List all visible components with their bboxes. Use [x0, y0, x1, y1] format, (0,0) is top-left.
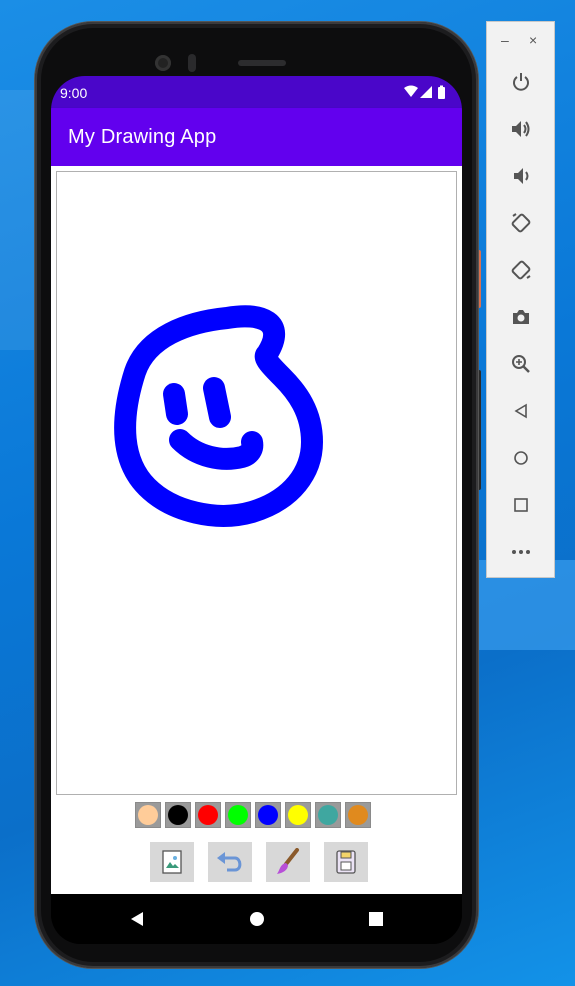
status-icons — [404, 85, 445, 99]
front-camera — [155, 55, 171, 71]
emulator-control-panel: – × — [486, 21, 555, 578]
color-swatch-green[interactable] — [225, 802, 251, 828]
screenshot-button[interactable] — [509, 305, 533, 329]
phone-screen: 9:00 My Drawing App — [51, 76, 462, 944]
zoom-icon — [512, 355, 530, 373]
rotate-left-icon — [511, 213, 531, 233]
save-button[interactable] — [324, 842, 368, 882]
color-swatch-teal[interactable] — [315, 802, 341, 828]
brush-icon — [277, 848, 299, 874]
rotate-right-button[interactable] — [509, 258, 533, 282]
emulator-overview-button[interactable] — [509, 493, 533, 517]
color-swatch-orange[interactable] — [345, 802, 371, 828]
recents-icon[interactable] — [368, 911, 384, 927]
overview-icon — [514, 498, 528, 512]
emulator-home-button[interactable] — [509, 446, 533, 470]
camera-icon — [513, 310, 529, 324]
volume-up-button[interactable] — [509, 117, 533, 141]
gallery-button[interactable] — [150, 842, 194, 882]
save-icon — [336, 850, 356, 874]
smiley-right-eye — [203, 377, 231, 428]
back-icon — [514, 403, 527, 419]
app-bar: My Drawing App — [51, 108, 462, 166]
more-icon — [512, 550, 530, 554]
volume-down-button[interactable] — [509, 164, 533, 188]
undo-button[interactable] — [208, 842, 252, 882]
home-icon — [514, 451, 528, 465]
emulator-back-button[interactable] — [509, 399, 533, 423]
emulator-window-controls: – × — [487, 32, 556, 52]
color-palette — [135, 802, 379, 830]
volume-up-icon — [512, 121, 530, 137]
status-bar: 9:00 — [51, 76, 462, 108]
signal-icon — [420, 86, 432, 98]
smiley-mouth — [169, 429, 264, 470]
smiley-drawing — [114, 305, 323, 527]
drawing-canvas[interactable] — [56, 171, 457, 795]
volume-down-icon — [514, 168, 529, 184]
color-swatch-red[interactable] — [195, 802, 221, 828]
power-icon — [513, 73, 529, 91]
undo-icon — [217, 852, 242, 872]
navigation-bar — [51, 894, 462, 944]
color-swatch-blue[interactable] — [255, 802, 281, 828]
drawing-strokes — [114, 305, 323, 527]
smiley-left-eye — [163, 383, 188, 425]
app-title: My Drawing App — [68, 126, 217, 148]
tool-bar — [150, 842, 370, 884]
power-button[interactable] — [509, 70, 533, 94]
wifi-icon — [404, 85, 418, 97]
status-time: 9:00 — [60, 85, 88, 101]
battery-icon — [438, 87, 445, 99]
rotate-right-icon — [511, 260, 531, 280]
zoom-button[interactable] — [509, 352, 533, 376]
minimize-button[interactable]: – — [501, 32, 509, 48]
proximity-sensor — [188, 54, 196, 72]
gallery-icon — [162, 850, 182, 874]
more-options-button[interactable] — [509, 540, 533, 564]
close-button[interactable]: × — [529, 32, 537, 48]
earpiece-speaker — [238, 60, 286, 66]
color-swatch-peach[interactable] — [135, 802, 161, 828]
home-icon[interactable] — [249, 911, 265, 927]
app-content — [51, 166, 462, 894]
color-swatch-yellow[interactable] — [285, 802, 311, 828]
brush-size-button[interactable] — [266, 842, 310, 882]
color-swatch-black[interactable] — [165, 802, 191, 828]
rotate-left-button[interactable] — [509, 211, 533, 235]
back-icon[interactable] — [129, 911, 145, 927]
